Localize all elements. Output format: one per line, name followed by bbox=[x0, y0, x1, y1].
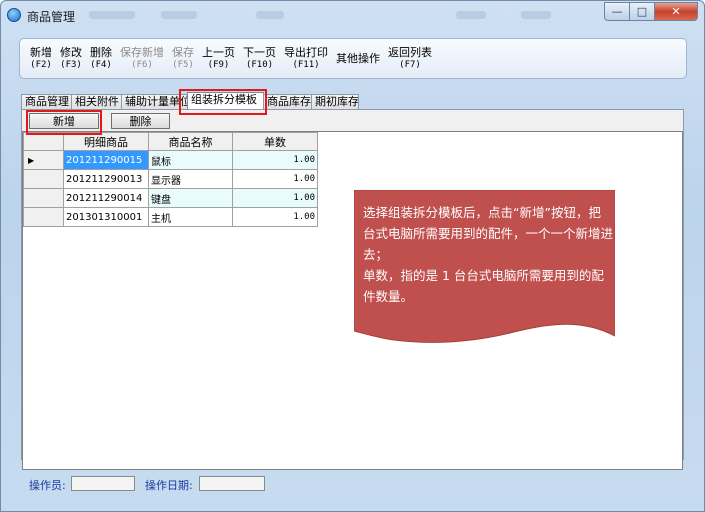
column-header-detail-item[interactable]: 明细商品 bbox=[63, 132, 149, 151]
operator-label: 操作员: bbox=[29, 479, 66, 492]
close-button[interactable]: ✕ bbox=[655, 2, 698, 21]
edit-label: 修改 bbox=[60, 45, 82, 59]
back-to-list-label: 返回列表 bbox=[388, 45, 432, 59]
cell-code[interactable]: 201211290015 bbox=[63, 150, 149, 170]
cell-name[interactable]: 鼠标 bbox=[148, 150, 233, 170]
save-new-shortcut: (F6) bbox=[131, 59, 153, 70]
row-header-corner bbox=[23, 132, 64, 151]
maximize-icon: □ bbox=[636, 5, 648, 18]
blurred-title-info bbox=[521, 11, 551, 19]
maximize-button[interactable]: □ bbox=[630, 2, 655, 21]
row-header[interactable]: ▶ bbox=[23, 150, 64, 170]
export-print-label: 导出打印 bbox=[284, 45, 328, 59]
prev-page-label: 上一页 bbox=[202, 45, 235, 59]
edit-button[interactable]: 修改 (F3) bbox=[56, 39, 86, 78]
callout-line-1: 选择组装拆分模板后，点击“新增”按钮，把台式电脑所需要用到的配件，一个一个新增进… bbox=[363, 205, 614, 262]
operator-field bbox=[71, 476, 135, 491]
cell-name[interactable]: 主机 bbox=[148, 207, 233, 227]
column-header-quantity[interactable]: 单数 bbox=[232, 132, 318, 151]
cell-code[interactable]: 201211290014 bbox=[63, 188, 149, 208]
callout-line-2: 单数，指的是 1 台台式电脑所需要用到的配件数量。 bbox=[363, 268, 604, 304]
blurred-title-info bbox=[456, 11, 486, 19]
save-new-button[interactable]: 保存新增 (F6) bbox=[116, 39, 168, 78]
tab-opening-stock[interactable]: 期初库存 bbox=[311, 94, 359, 110]
row-header[interactable] bbox=[23, 207, 64, 227]
operation-date-label: 操作日期: bbox=[145, 479, 193, 492]
cell-quantity[interactable]: 1.00 bbox=[232, 188, 318, 208]
cell-quantity[interactable]: 1.00 bbox=[232, 169, 318, 189]
delete-shortcut: (F4) bbox=[90, 59, 112, 70]
table-row[interactable]: 201211290013 显示器 1.00 bbox=[23, 169, 318, 189]
status-footer: 操作员: 操作日期: bbox=[22, 470, 685, 497]
detail-table: 明细商品 商品名称 单数 ▶ 201211290015 鼠标 1.00 2012… bbox=[23, 132, 318, 227]
current-row-arrow-icon: ▶ bbox=[28, 155, 35, 165]
delete-button[interactable]: 删除 (F4) bbox=[86, 39, 116, 78]
save-shortcut: (F5) bbox=[172, 59, 194, 70]
back-to-list-button[interactable]: 返回列表 (F7) bbox=[384, 39, 436, 78]
app-logo-icon bbox=[7, 8, 21, 22]
operation-date-field bbox=[199, 476, 265, 491]
blurred-title-info bbox=[256, 11, 284, 19]
export-print-shortcut: (F11) bbox=[292, 59, 320, 70]
toolbar: 新增 (F2) 修改 (F3) 删除 (F4) 保存新增 (F6) 保存 (F5) 上一页… bbox=[19, 38, 687, 79]
prev-page-button[interactable]: 上一页 (F9) bbox=[198, 39, 239, 78]
window-controls: — □ ✕ bbox=[604, 2, 698, 21]
table-row[interactable]: 201211290014 键盘 1.00 bbox=[23, 188, 318, 208]
close-icon: ✕ bbox=[671, 5, 681, 18]
save-button[interactable]: 保存 (F5) bbox=[168, 39, 198, 78]
new-label: 新增 bbox=[30, 45, 52, 59]
next-page-button[interactable]: 下一页 (F10) bbox=[239, 39, 280, 78]
blurred-title-info bbox=[89, 11, 135, 19]
table-row[interactable]: 201301310001 主机 1.00 bbox=[23, 207, 318, 227]
cell-code[interactable]: 201301310001 bbox=[63, 207, 149, 227]
back-to-list-shortcut: (F7) bbox=[399, 59, 421, 70]
save-label: 保存 bbox=[172, 45, 194, 59]
tab-product-stock[interactable]: 商品库存 bbox=[263, 94, 312, 110]
minimize-button[interactable]: — bbox=[604, 2, 630, 21]
new-button[interactable]: 新增 (F2) bbox=[26, 39, 56, 78]
tab-product-management[interactable]: 商品管理 bbox=[21, 94, 72, 110]
delete-label: 删除 bbox=[90, 45, 112, 59]
row-header[interactable] bbox=[23, 188, 64, 208]
blurred-title-info bbox=[161, 11, 197, 19]
other-actions-button[interactable]: 其他操作 bbox=[332, 39, 384, 78]
cell-code[interactable]: 201211290013 bbox=[63, 169, 149, 189]
other-actions-label: 其他操作 bbox=[336, 52, 380, 65]
cell-name[interactable]: 显示器 bbox=[148, 169, 233, 189]
save-new-label: 保存新增 bbox=[120, 45, 164, 59]
delete-row-button[interactable]: 删除 bbox=[111, 113, 170, 129]
highlight-box-tab bbox=[179, 89, 267, 115]
next-page-label: 下一页 bbox=[243, 45, 276, 59]
callout-text: 选择组装拆分模板后，点击“新增”按钮，把台式电脑所需要用到的配件，一个一个新增进… bbox=[363, 202, 613, 307]
tab-auxiliary-units[interactable]: 辅助计量单位 bbox=[121, 94, 188, 110]
table-header-row: 明细商品 商品名称 单数 bbox=[23, 132, 318, 151]
title-bar: 商品管理 — □ ✕ bbox=[1, 1, 704, 29]
minimize-icon: — bbox=[611, 5, 623, 18]
cell-name[interactable]: 键盘 bbox=[148, 188, 233, 208]
edit-shortcut: (F3) bbox=[60, 59, 82, 70]
row-header[interactable] bbox=[23, 169, 64, 189]
export-print-button[interactable]: 导出打印 (F11) bbox=[280, 39, 332, 78]
window-title: 商品管理 bbox=[27, 10, 76, 24]
column-header-item-name[interactable]: 商品名称 bbox=[148, 132, 233, 151]
new-shortcut: (F2) bbox=[30, 59, 52, 70]
table-row[interactable]: ▶ 201211290015 鼠标 1.00 bbox=[23, 150, 318, 170]
prev-page-shortcut: (F9) bbox=[207, 59, 230, 70]
highlight-box-add bbox=[26, 110, 102, 135]
cell-quantity[interactable]: 1.00 bbox=[232, 207, 318, 227]
next-page-shortcut: (F10) bbox=[245, 59, 274, 70]
annotation-callout: 选择组装拆分模板后，点击“新增”按钮，把台式电脑所需要用到的配件，一个一个新增进… bbox=[354, 190, 615, 345]
cell-quantity[interactable]: 1.00 bbox=[232, 150, 318, 170]
tab-attachments[interactable]: 相关附件 bbox=[71, 94, 122, 110]
